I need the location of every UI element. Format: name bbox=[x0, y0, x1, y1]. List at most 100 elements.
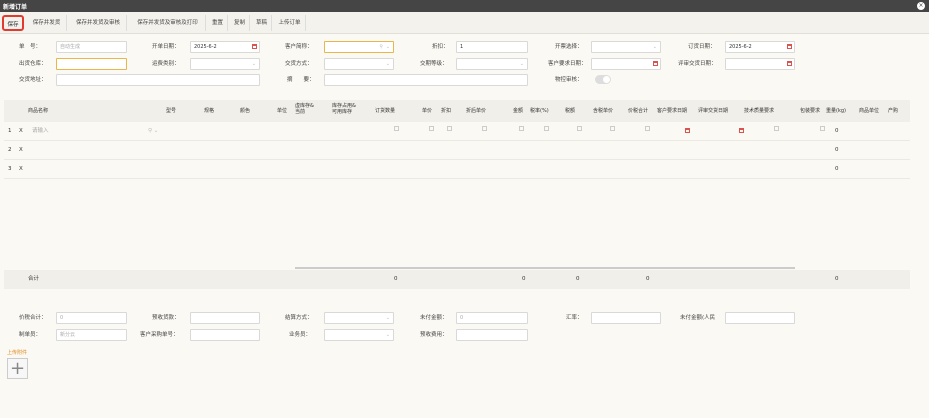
upload-order-button[interactable]: 上传订单 bbox=[274, 15, 306, 31]
col-header: 商品名称 bbox=[28, 108, 49, 114]
qty-cell[interactable] bbox=[394, 126, 399, 131]
tax-price-cell[interactable] bbox=[610, 126, 615, 131]
total-amount: 0 bbox=[522, 276, 526, 282]
col-header: 商品单位 bbox=[859, 108, 880, 114]
row-number: 2 bbox=[8, 147, 12, 153]
delivery-level-select[interactable]: ⌄ bbox=[456, 58, 528, 70]
save-ship-review-button[interactable]: 保存并发货及审核 bbox=[70, 15, 127, 31]
tax-rate-cell[interactable] bbox=[544, 126, 549, 131]
table-row: 3 X 0 bbox=[4, 160, 910, 179]
title-bar: 新增订单 × bbox=[0, 0, 929, 12]
col-header: 虚库存& 当前 bbox=[295, 103, 314, 115]
col-header: 产购 bbox=[888, 108, 899, 114]
summary-input[interactable] bbox=[324, 74, 528, 86]
discount-label: 折扣： bbox=[432, 44, 449, 50]
col-header: 订货数量 bbox=[375, 108, 396, 114]
invoice-select[interactable]: ⌄ bbox=[591, 41, 661, 53]
order-date-value: 2025-6-2 bbox=[729, 44, 752, 50]
col-header: 含税单价 bbox=[593, 108, 614, 114]
cust-req-date-label: 客户要求日期： bbox=[548, 61, 587, 67]
tax-total-input[interactable]: 0 bbox=[56, 312, 127, 324]
table-row: 1 X 请输入 ⚲ ⌄ 0 bbox=[4, 122, 910, 141]
save-button[interactable]: 保存 bbox=[2, 15, 24, 31]
customer-label: 客户简称： bbox=[285, 44, 313, 50]
save-ship-button[interactable]: 保存并发货 bbox=[27, 15, 67, 31]
save-ship-review-print-button[interactable]: 保存并发货及审核及打印 bbox=[130, 15, 206, 31]
package-cell[interactable] bbox=[820, 126, 825, 131]
delivery-addr-input[interactable] bbox=[56, 74, 260, 86]
new-order-dialog: 新增订单 × 保存 保存并发货 保存并发货及审核 保存并发货及审核及打印 重置 … bbox=[0, 0, 929, 418]
horizontal-scrollbar[interactable] bbox=[295, 267, 795, 269]
rate-label: 汇率： bbox=[566, 315, 583, 321]
col-header: 客户要求日期 bbox=[657, 108, 688, 114]
grid-header: 商品名称 型号 规格 颜色 单位 虚库存& 当前 库存占用& 可用库存 订货数量… bbox=[4, 100, 910, 122]
tech-req-cell[interactable] bbox=[774, 126, 779, 131]
discount-cell[interactable] bbox=[447, 126, 452, 131]
col-header: 单位 bbox=[277, 108, 288, 114]
sales-label: 业务员： bbox=[289, 332, 312, 338]
col-header: 库存占用& 可用库存 bbox=[332, 103, 356, 115]
calendar-icon[interactable] bbox=[653, 61, 658, 66]
trade-method-select[interactable]: ⌄ bbox=[324, 58, 394, 70]
product-name-input[interactable]: 请输入 bbox=[32, 122, 49, 141]
close-icon[interactable]: × bbox=[917, 2, 925, 10]
draft-button[interactable]: 草稿 bbox=[252, 15, 272, 31]
cust-req-date-input[interactable] bbox=[591, 58, 661, 70]
calendar-icon[interactable] bbox=[252, 44, 257, 49]
cust-po-label: 客户采购单号： bbox=[140, 332, 179, 338]
search-icon[interactable]: ⚲ ⌄ bbox=[148, 122, 158, 141]
order-no-label: 单 号： bbox=[19, 44, 42, 50]
unpaid-input[interactable]: 0 bbox=[456, 312, 528, 324]
delete-row-icon[interactable]: X bbox=[19, 141, 23, 160]
row-number: 3 bbox=[8, 166, 12, 172]
summary-label: 摘 要： bbox=[287, 77, 315, 83]
disc-price-cell[interactable] bbox=[482, 126, 487, 131]
price-cell[interactable] bbox=[429, 126, 434, 131]
total-weight: 0 bbox=[835, 276, 839, 282]
open-date-input[interactable]: 2025-6-2 bbox=[190, 41, 260, 53]
reset-button[interactable]: 重置 bbox=[208, 15, 228, 31]
amount-cell[interactable] bbox=[519, 126, 524, 131]
shipping-type-select[interactable]: ⌄ bbox=[190, 58, 260, 70]
prepay-label: 预收货款： bbox=[152, 315, 180, 321]
calendar-icon[interactable] bbox=[787, 44, 792, 49]
invoice-label: 开票选择： bbox=[555, 44, 583, 50]
col-header: 评审交货日期 bbox=[698, 108, 729, 114]
col-header: 单价 bbox=[422, 108, 433, 114]
maker-input[interactable]: 新分云 bbox=[56, 329, 127, 341]
order-date-input[interactable]: 2025-6-2 bbox=[725, 41, 795, 53]
delete-row-icon[interactable]: X bbox=[19, 160, 23, 179]
search-icon[interactable]: ⚲ bbox=[379, 42, 383, 52]
delivery-addr-label: 交货地址： bbox=[19, 77, 47, 83]
delivery-level-label: 交期等级： bbox=[420, 61, 448, 67]
prepay-input[interactable] bbox=[190, 312, 260, 324]
sales-select[interactable]: ⌄ bbox=[324, 329, 394, 341]
tax-cell[interactable] bbox=[577, 126, 582, 131]
rate-input[interactable] bbox=[591, 312, 661, 324]
settle-select[interactable]: ⌄ bbox=[324, 312, 394, 324]
copy-button[interactable]: 复制 bbox=[230, 15, 250, 31]
calendar-icon[interactable] bbox=[787, 61, 792, 66]
cust-po-input[interactable] bbox=[190, 329, 260, 341]
total-label: 合计 bbox=[28, 276, 40, 282]
col-header: 折后单价 bbox=[466, 108, 487, 114]
logistics-toggle[interactable] bbox=[595, 75, 611, 84]
open-date-value: 2025-6-2 bbox=[194, 44, 217, 50]
calendar-icon[interactable] bbox=[739, 128, 744, 133]
discount-input[interactable]: 1 bbox=[456, 41, 528, 53]
tax-total-cell[interactable] bbox=[645, 126, 650, 131]
order-no-input[interactable]: 自动生成 bbox=[56, 41, 127, 53]
customer-select[interactable]: ⚲ ⌄ bbox=[324, 41, 394, 53]
weight-value: 0 bbox=[835, 166, 839, 172]
col-header: 技术质量要求 bbox=[744, 108, 775, 114]
unpaid-rmb-input[interactable] bbox=[725, 312, 795, 324]
delete-row-icon[interactable]: X bbox=[19, 122, 23, 141]
col-header: 金额 bbox=[513, 108, 524, 114]
chevron-down-icon: ⌄ bbox=[385, 61, 390, 67]
calendar-icon[interactable] bbox=[685, 128, 690, 133]
col-header: 规格 bbox=[204, 108, 215, 114]
prefee-input[interactable] bbox=[456, 329, 528, 341]
add-attachment-button[interactable]: + bbox=[7, 358, 28, 379]
warehouse-input[interactable] bbox=[56, 58, 127, 70]
review-date-input[interactable] bbox=[725, 58, 795, 70]
